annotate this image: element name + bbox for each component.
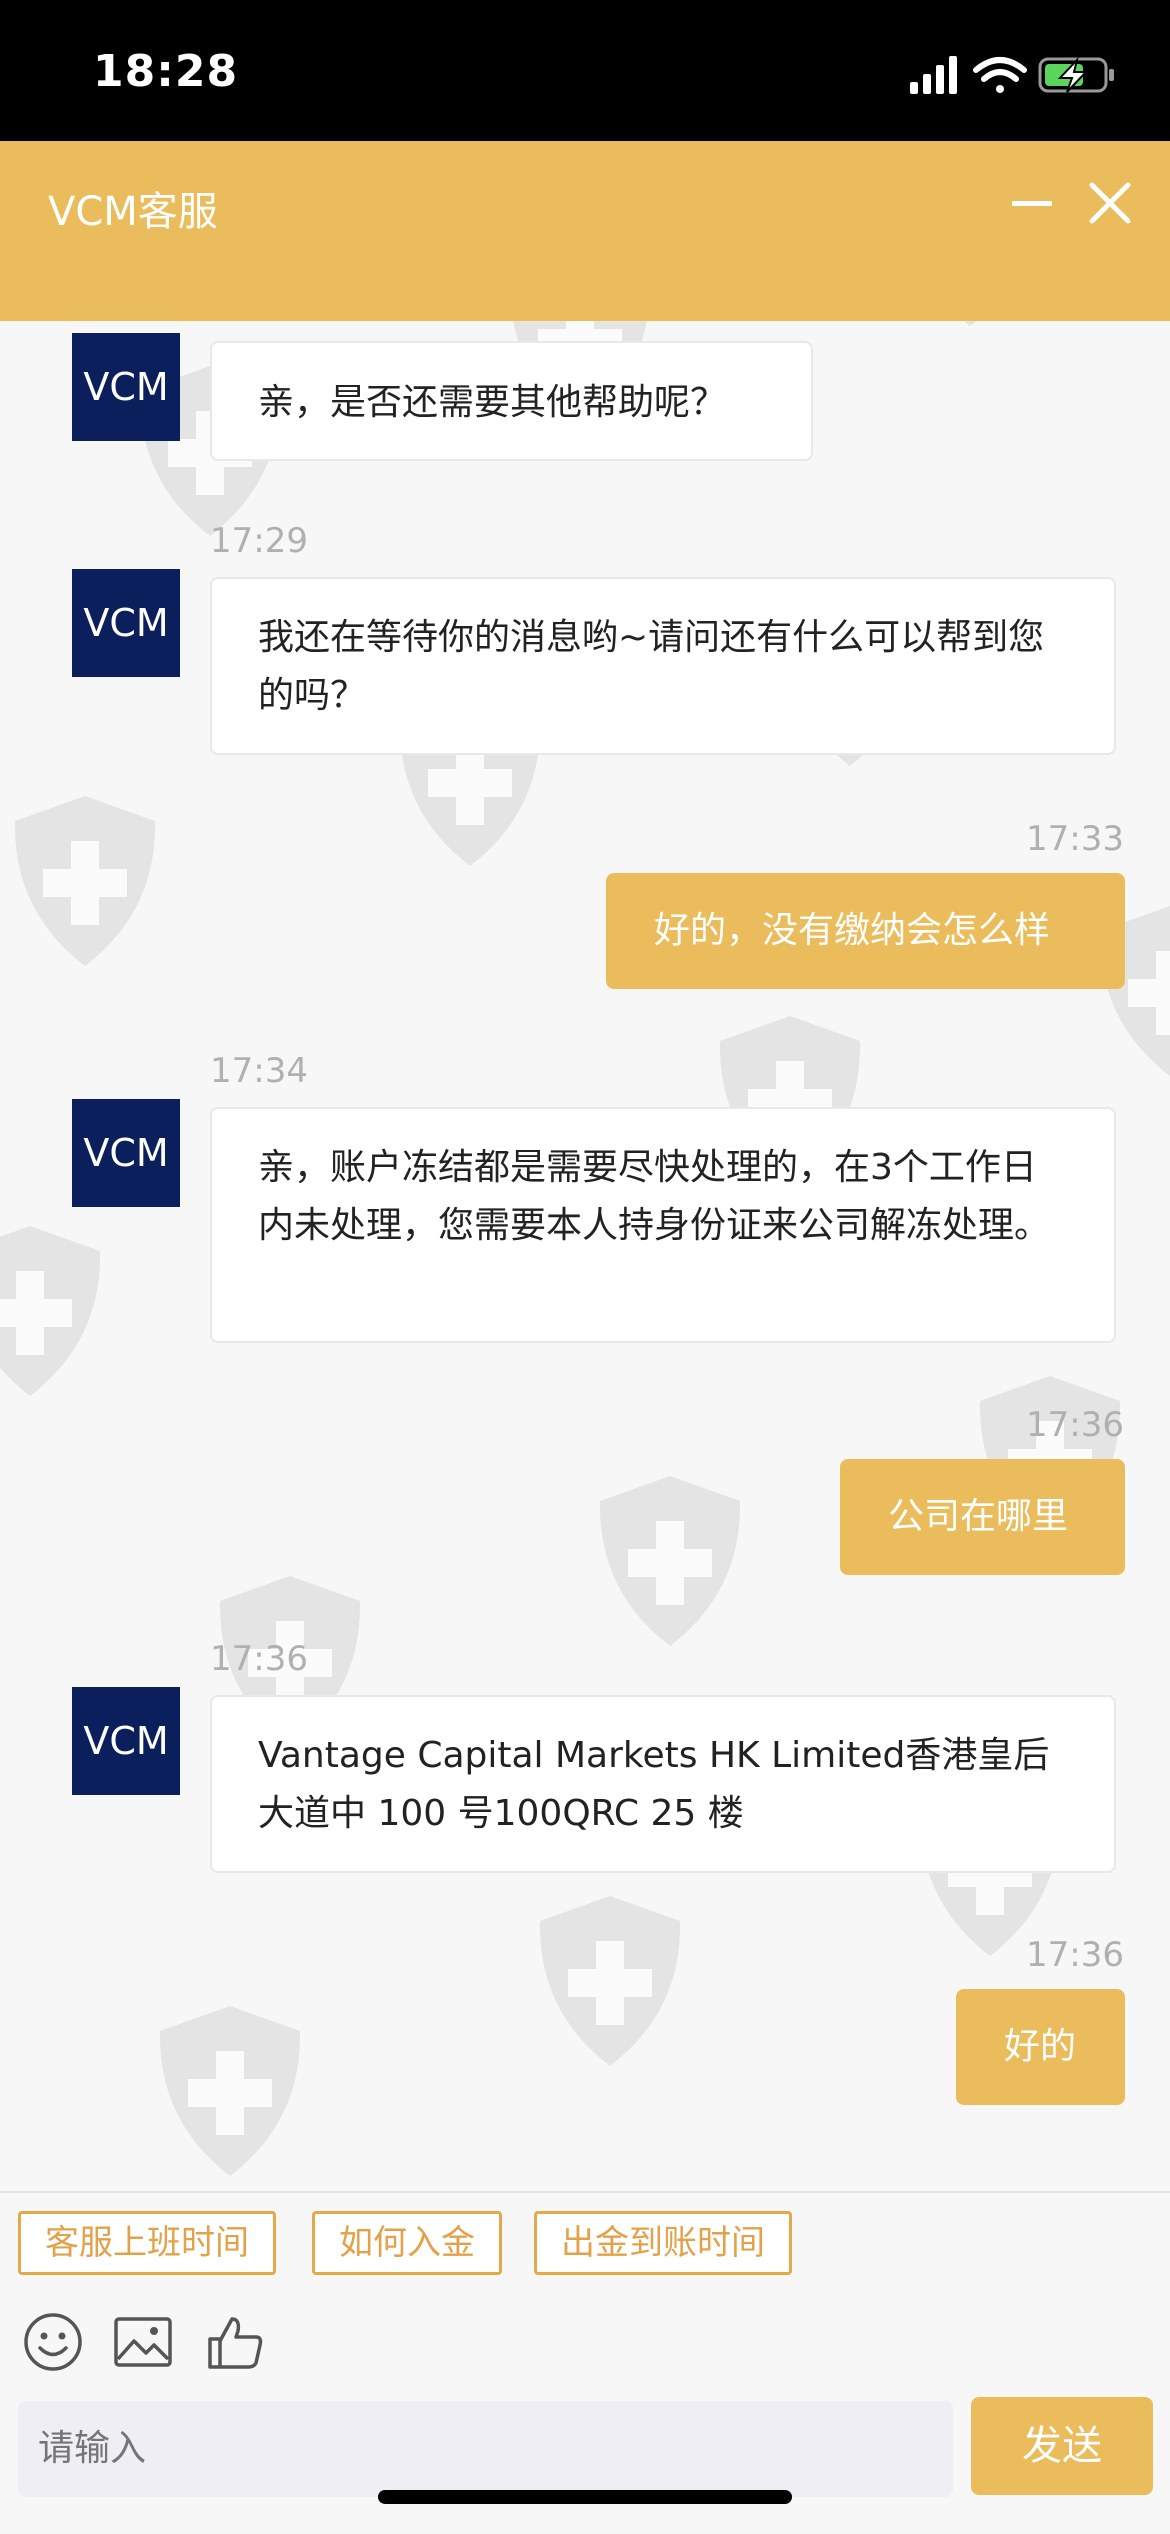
minimize-icon[interactable] xyxy=(1012,201,1052,206)
outgoing-message-bubble: 公司在哪里 xyxy=(840,1459,1125,1575)
composer-panel: 客服上班时间 如何入金 出金到账时间 发送 xyxy=(0,2191,1170,2534)
send-button[interactable]: 发送 xyxy=(971,2397,1153,2495)
shield-watermark-icon xyxy=(539,1896,681,2066)
message-timestamp: 17:36 xyxy=(1026,1405,1124,1445)
quick-reply-service-hours[interactable]: 客服上班时间 xyxy=(18,2211,276,2275)
message-timestamp: 17:36 xyxy=(210,1639,308,1679)
status-icons xyxy=(910,56,1114,94)
thumbs-up-icon[interactable] xyxy=(204,2311,266,2373)
page-title: VCM客服 xyxy=(48,189,218,235)
incoming-message-bubble: Vantage Capital Markets HK Limited香港皇后大道… xyxy=(210,1695,1116,1873)
chat-message-list[interactable]: VCM 亲，是否还需要其他帮助呢？ 17:29 VCM 我还在等待你的消息哟~请… xyxy=(0,321,1170,2191)
shield-watermark-icon xyxy=(599,1476,741,1646)
message-input[interactable] xyxy=(18,2401,953,2497)
incoming-message-bubble: 我还在等待你的消息哟~请问还有什么可以帮到您的吗？ xyxy=(210,577,1116,755)
battery-icon xyxy=(1038,56,1114,93)
image-icon[interactable] xyxy=(112,2311,174,2373)
agent-avatar: VCM xyxy=(72,1099,180,1207)
quick-reply-deposit[interactable]: 如何入金 xyxy=(312,2211,502,2275)
message-timestamp: 17:33 xyxy=(1026,819,1124,859)
outgoing-message-bubble: 好的，没有缴纳会怎么样 xyxy=(606,873,1125,989)
shield-watermark-icon xyxy=(14,796,156,966)
wifi-icon xyxy=(973,57,1027,93)
status-time: 18:28 xyxy=(93,46,239,97)
incoming-message-bubble: 亲，账户冻结都是需要尽快处理的，在3个工作日内未处理，您需要本人持身份证来公司解… xyxy=(210,1107,1116,1343)
agent-avatar: VCM xyxy=(72,1687,180,1795)
message-timestamp: 17:34 xyxy=(210,1051,308,1091)
shield-watermark-icon xyxy=(963,321,977,326)
signal-icon xyxy=(910,56,957,94)
shield-watermark-icon xyxy=(0,1226,101,1396)
status-bar: 18:28 xyxy=(0,0,1170,141)
shield-watermark-icon xyxy=(159,2006,301,2176)
message-timestamp: 17:29 xyxy=(210,521,308,561)
emoji-icon[interactable] xyxy=(22,2311,84,2373)
outgoing-message-bubble: 好的 xyxy=(956,1989,1125,2105)
close-icon[interactable] xyxy=(1086,179,1134,227)
message-timestamp: 17:36 xyxy=(1026,1935,1124,1975)
quick-reply-withdrawal-time[interactable]: 出金到账时间 xyxy=(534,2211,792,2275)
incoming-message-bubble: 亲，是否还需要其他帮助呢？ xyxy=(210,341,813,461)
home-indicator xyxy=(378,2490,792,2504)
chat-header: VCM客服 xyxy=(0,141,1170,321)
agent-avatar: VCM xyxy=(72,333,180,441)
agent-avatar: VCM xyxy=(72,569,180,677)
